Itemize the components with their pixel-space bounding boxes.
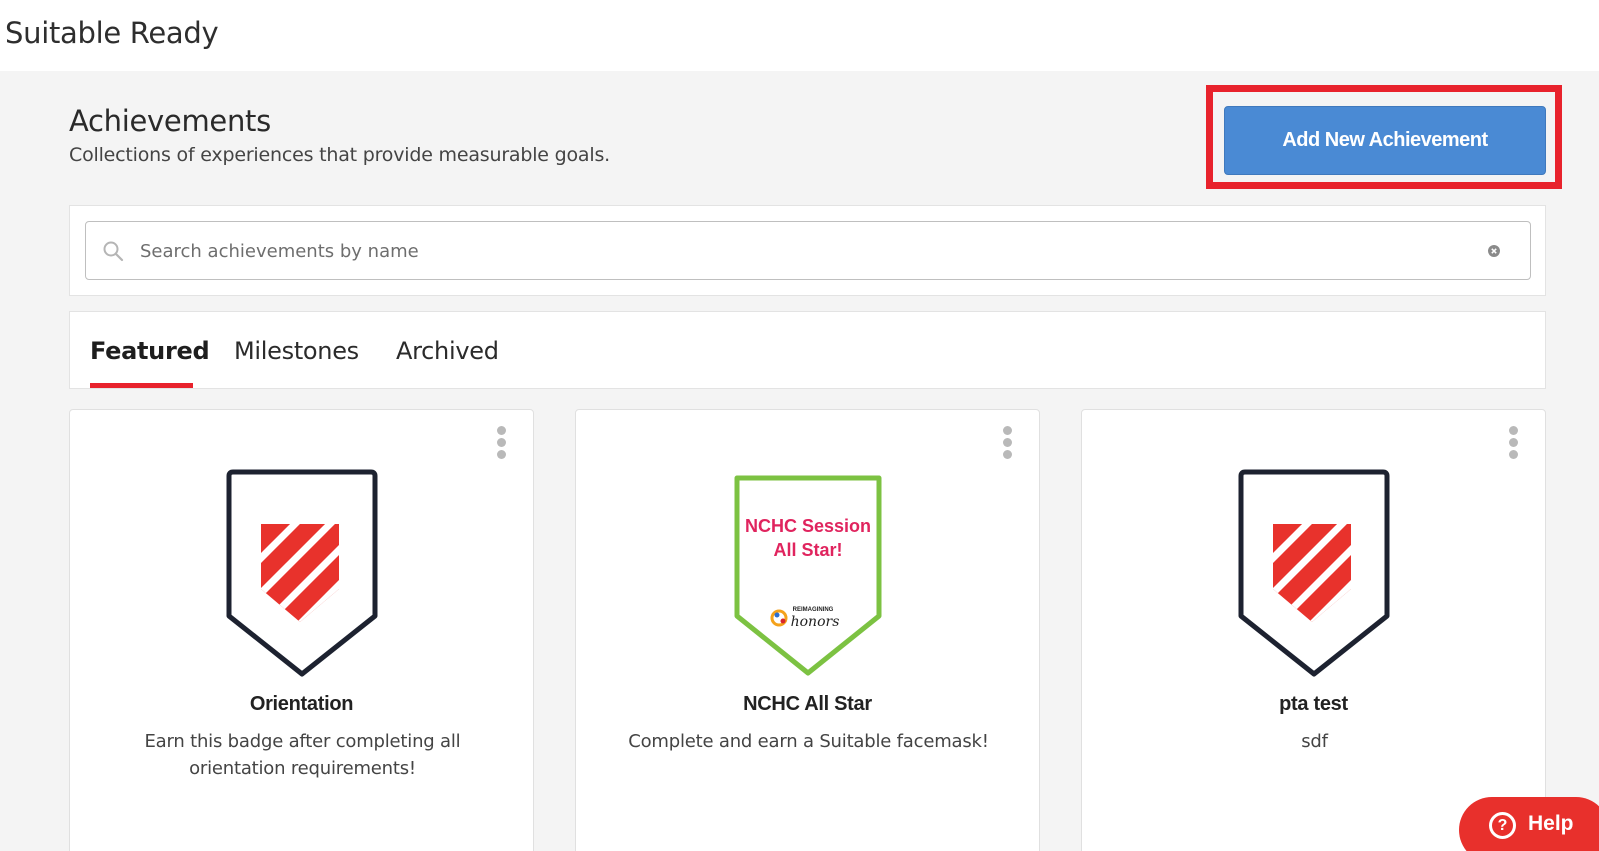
card-title: Orientation: [249, 693, 354, 715]
tab-milestones[interactable]: Milestones: [234, 337, 359, 365]
card-description: Earn this badge after completing all ori…: [144, 731, 461, 779]
svg-text:All Star!: All Star!: [773, 540, 842, 560]
add-new-achievement-button[interactable]: Add New Achievement: [1224, 106, 1546, 175]
svg-text:NCHC Session: NCHC Session: [745, 516, 871, 536]
more-options-icon[interactable]: [1003, 426, 1013, 460]
help-label: Help: [1528, 812, 1574, 835]
page-subtitle: Collections of experiences that provide …: [69, 144, 610, 166]
card-title: NCHC All Star: [743, 693, 872, 715]
more-options-icon[interactable]: [1509, 426, 1519, 460]
search-input[interactable]: [140, 232, 1460, 270]
search-panel: [69, 205, 1546, 296]
page-title: Achievements: [69, 104, 271, 138]
card-title: pta test: [1279, 693, 1348, 715]
active-tab-indicator: [90, 383, 193, 388]
app-title: Suitable Ready: [5, 16, 219, 50]
more-options-icon[interactable]: [497, 426, 507, 460]
shield-badge-icon: [1238, 469, 1390, 677]
tabs-bar: Featured Milestones Archived: [69, 311, 1546, 389]
tab-featured[interactable]: Featured: [90, 337, 210, 365]
shield-badge-icon: [226, 469, 378, 677]
clear-search-icon[interactable]: [1487, 244, 1501, 258]
svg-text:REIMAGINING: REIMAGINING: [793, 607, 834, 613]
achievement-card[interactable]: Orientation Earn this badge after comple…: [69, 409, 534, 851]
top-bar: Suitable Ready: [0, 0, 1599, 71]
help-button[interactable]: ? Help: [1459, 797, 1599, 851]
svg-text:honors: honors: [791, 614, 840, 630]
search-box: [85, 221, 1531, 280]
search-icon: [103, 241, 124, 262]
tab-archived[interactable]: Archived: [396, 337, 499, 365]
card-description: Complete and earn a Suitable facemask!: [628, 731, 989, 752]
achievement-card[interactable]: pta test sdf: [1081, 409, 1546, 851]
nchc-badge-icon: NCHC Session All Star! REIMAGINING honor…: [734, 475, 882, 676]
achievement-card[interactable]: NCHC Session All Star! REIMAGINING honor…: [575, 409, 1040, 851]
question-icon: ?: [1489, 812, 1516, 839]
card-description: sdf: [1301, 731, 1328, 752]
